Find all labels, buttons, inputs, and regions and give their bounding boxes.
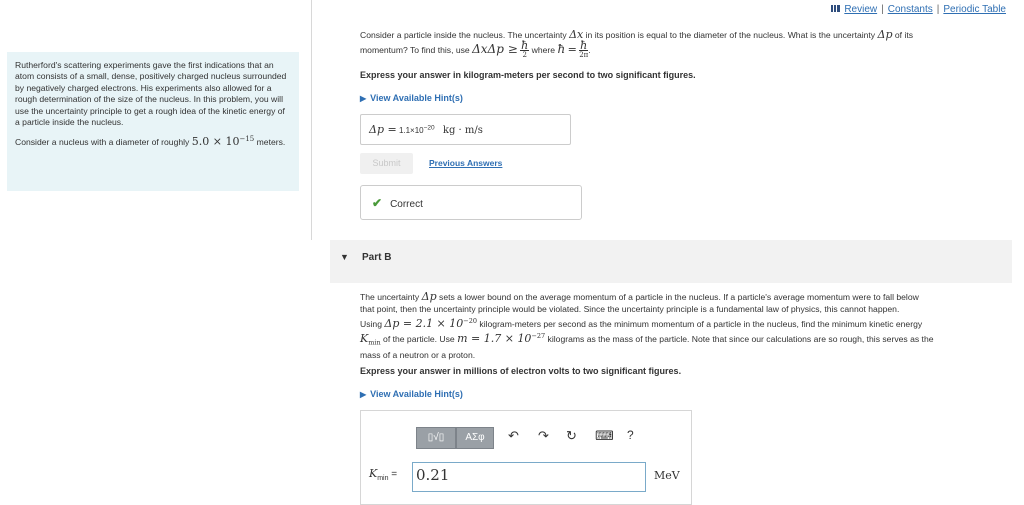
kmin-input[interactable]: 0.21 — [412, 462, 646, 492]
answer-value: 1.1×10 — [398, 126, 424, 135]
part-b-question: The uncertainty Δp sets a lower bound on… — [360, 290, 934, 361]
answer-unit: kg · m/s — [442, 125, 483, 136]
constants-link[interactable]: Constants — [888, 4, 933, 15]
intro-nucleus-diameter: Consider a nucleus with a diameter of ro… — [15, 135, 286, 149]
undo-icon[interactable]: ↶ — [508, 428, 519, 444]
expand-arrow-icon: ▶ — [360, 390, 367, 399]
part-a-answer-display: Δp = 1.1×10−20 kg · m/s — [360, 114, 571, 145]
part-a-instruction: Express your answer in kilogram-meters p… — [360, 70, 696, 80]
redo-icon[interactable]: ↷ — [538, 428, 549, 444]
part-a-hint-toggle[interactable]: ▶ View Available Hint(s) — [360, 92, 463, 105]
part-b-header[interactable]: ▼ Part B — [330, 240, 1012, 283]
periodic-table-link[interactable]: Periodic Table — [943, 4, 1006, 15]
reset-icon[interactable]: ↻ — [566, 428, 577, 444]
problem-intro-panel: Rutherford's scattering experiments gave… — [7, 52, 299, 191]
checkmark-icon: ✔ — [372, 196, 383, 210]
answer-label: Δp = — [369, 123, 397, 136]
collapse-arrow-icon: ▼ — [340, 252, 349, 262]
part-b-hint-toggle[interactable]: ▶ View Available Hint(s) — [360, 388, 463, 401]
greek-symbols-button[interactable]: ΑΣφ — [456, 427, 494, 449]
templates-button[interactable]: ▯√▯ — [416, 427, 456, 449]
correct-feedback: ✔ Correct — [360, 185, 582, 220]
top-navigation: Review | Constants | Periodic Table — [831, 4, 1006, 15]
submit-button[interactable]: Submit — [360, 153, 413, 174]
previous-answers-link[interactable]: Previous Answers — [429, 158, 502, 168]
answer-exponent: −20 — [423, 124, 435, 132]
nav-separator: | — [936, 4, 940, 15]
column-divider — [311, 0, 312, 240]
part-b-instruction: Express your answer in millions of elect… — [360, 366, 682, 376]
part-a-question: Consider a particle inside the nucleus. … — [360, 28, 914, 59]
correct-label: Correct — [390, 199, 423, 210]
review-icon — [831, 5, 841, 12]
expand-arrow-icon: ▶ — [360, 94, 367, 103]
unit-label: MeV — [654, 469, 680, 482]
help-icon[interactable]: ? — [627, 428, 634, 442]
input-label: Kmin = — [369, 467, 398, 482]
answer-editor: ▯√▯ ΑΣφ ↶ ↷ ↻ ⌨ ? Kmin = 0.21 MeV — [360, 410, 692, 505]
keyboard-icon[interactable]: ⌨ — [595, 428, 614, 444]
review-link[interactable]: Review — [844, 4, 877, 15]
part-b-title: Part B — [362, 252, 392, 263]
intro-paragraph: Rutherford's scattering experiments gave… — [15, 60, 287, 128]
nav-separator: | — [881, 4, 884, 15]
